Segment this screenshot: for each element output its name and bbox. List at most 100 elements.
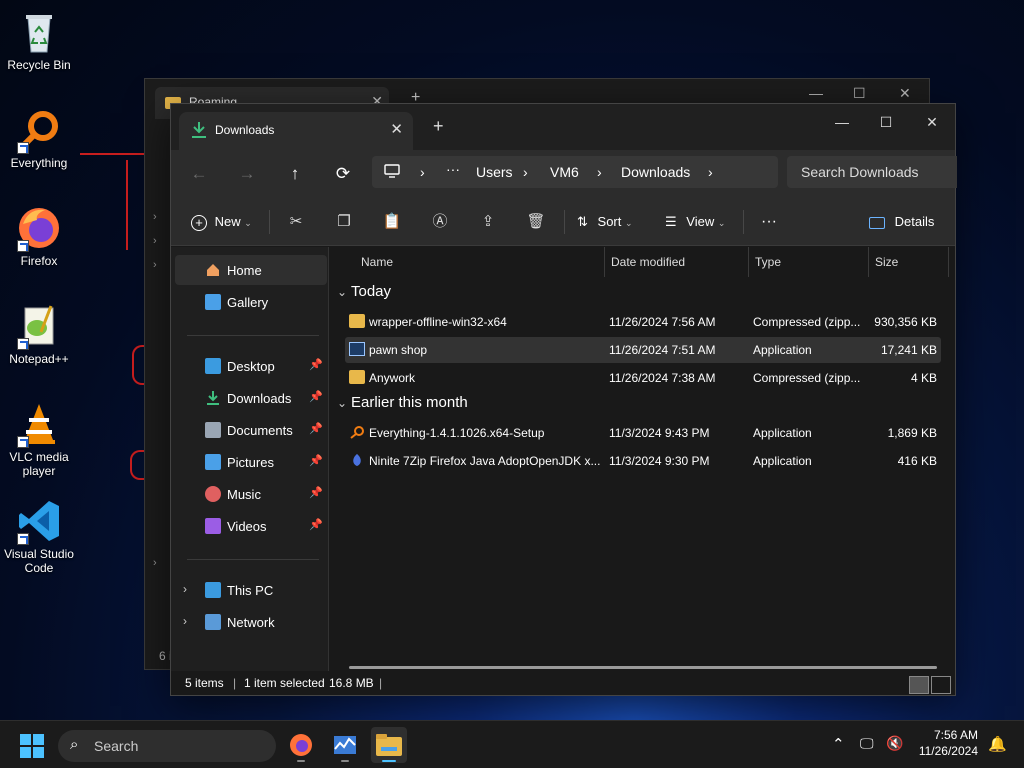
column-header-date[interactable]: Date modified	[605, 247, 749, 277]
minimize-button[interactable]: —	[809, 85, 823, 101]
file-name: Everything-1.4.1.1026.x64-Setup	[369, 426, 545, 440]
file-row[interactable]: Everything-1.4.1.1026.x64-Setup 11/3/202…	[345, 420, 941, 446]
chevron-right-icon[interactable]: ›	[183, 582, 187, 596]
file-row[interactable]: wrapper-offline-win32-x64 11/26/2024 7:5…	[345, 309, 941, 335]
share-icon[interactable]: ⇪	[476, 210, 500, 234]
sidebar-item-music[interactable]: Music 📌	[175, 479, 327, 509]
back-button[interactable]: ←	[185, 160, 213, 188]
sidebar-divider	[187, 335, 319, 336]
sidebar-item-videos[interactable]: Videos 📌	[175, 511, 327, 541]
firefox-icon	[290, 734, 312, 756]
file-row[interactable]: pawn shop 11/26/2024 7:51 AM Application…	[345, 337, 941, 363]
address-bar[interactable]: › ··· Users › VM6 › Downloads ›	[372, 156, 778, 188]
volume-muted-icon[interactable]: 🔇	[886, 735, 903, 752]
rename-icon[interactable]: Ⓐ	[428, 210, 452, 234]
breadcrumb-overflow[interactable]: ···	[446, 161, 460, 177]
copy-icon[interactable]: ❐	[332, 210, 356, 234]
details-pane-button[interactable]: Details	[869, 210, 934, 234]
pin-icon[interactable]: 📌	[309, 486, 323, 499]
desktop-icon-notepad-plus-plus[interactable]: Notepad++	[2, 302, 76, 366]
sidebar-item-network[interactable]: › Network	[175, 607, 327, 637]
documents-icon	[205, 422, 221, 438]
breadcrumb-downloads[interactable]: Downloads	[621, 164, 690, 180]
chevron-down-icon: ⌄	[337, 285, 348, 299]
sidebar-label: Documents	[227, 423, 293, 438]
sidebar-item-downloads[interactable]: Downloads 📌	[175, 383, 327, 413]
close-button[interactable]: ✕	[917, 109, 947, 135]
pin-icon[interactable]: 📌	[309, 390, 323, 403]
sidebar-item-this-pc[interactable]: › This PC	[175, 575, 327, 605]
file-type: Application	[753, 426, 812, 440]
desktop-icon-firefox[interactable]: Firefox	[2, 204, 76, 268]
group-header-earlier-this-month[interactable]: ⌄ Earlier this month	[337, 394, 468, 411]
pin-icon[interactable]: 📌	[309, 518, 323, 531]
sidebar-item-pictures[interactable]: Pictures 📌	[175, 447, 327, 477]
sort-button[interactable]: ⇅ Sort ⌄	[577, 210, 633, 234]
pin-icon[interactable]: 📌	[309, 454, 323, 467]
clock-time: 7:56 AM	[933, 728, 978, 742]
group-header-today[interactable]: ⌄ Today	[337, 283, 391, 300]
chevron-right-icon[interactable]: ›	[708, 164, 713, 180]
explorer-window[interactable]: Downloads ✕ + — ☐ ✕ ← → ↑ ⟳ › ··· Users …	[170, 103, 957, 696]
chevron-right-icon[interactable]: ›	[183, 614, 187, 628]
column-header-size[interactable]: Size	[869, 247, 949, 277]
home-icon	[205, 262, 221, 278]
pin-icon[interactable]: 📌	[309, 422, 323, 435]
everything-search-icon	[349, 425, 365, 439]
maximize-button[interactable]: ☐	[853, 85, 866, 102]
column-header-name[interactable]: Name	[355, 247, 605, 277]
file-date: 11/3/2024 9:30 PM	[609, 454, 710, 468]
desktop-icon-vlc[interactable]: VLC media player	[2, 400, 76, 478]
file-row[interactable]: Ninite 7Zip Firefox Java AdoptOpenJDK x.…	[345, 448, 941, 474]
taskbar-file-explorer[interactable]	[371, 727, 407, 763]
taskbar-firefox[interactable]	[283, 727, 319, 763]
minimize-button[interactable]: —	[827, 109, 857, 135]
file-row[interactable]: Anywork 11/26/2024 7:38 AM Compressed (z…	[345, 365, 941, 391]
horizontal-scrollbar[interactable]	[349, 666, 937, 669]
chevron-down-icon: ⌄	[717, 218, 726, 228]
sidebar-item-gallery[interactable]: Gallery	[175, 287, 327, 317]
sidebar-chevrons: › › › ›	[153, 211, 157, 569]
start-button[interactable]	[20, 734, 44, 761]
paste-icon[interactable]: 📋	[380, 210, 404, 234]
breadcrumb-users[interactable]: Users	[476, 164, 513, 180]
desktop-icon-vscode[interactable]: Visual Studio Code	[2, 497, 76, 575]
new-button[interactable]: + New ⌄	[191, 210, 252, 234]
pin-icon[interactable]: 📌	[309, 358, 323, 371]
chevron-up-icon[interactable]: ⌃	[832, 735, 845, 753]
cut-icon[interactable]: ✂	[284, 210, 308, 234]
tab-downloads[interactable]: Downloads ✕	[179, 112, 413, 150]
view-button[interactable]: ☰ View ⌄	[665, 210, 725, 234]
breadcrumb-vm6[interactable]: VM6	[550, 164, 579, 180]
close-button[interactable]: ✕	[899, 85, 911, 102]
network-icon	[205, 614, 221, 630]
search-input[interactable]: Search Downloads	[787, 156, 957, 188]
refresh-button[interactable]: ⟳	[329, 160, 357, 188]
notepad-plus-plus-icon	[15, 302, 63, 350]
desktop-icon-recycle-bin[interactable]: Recycle Bin	[2, 8, 76, 72]
up-button[interactable]: ↑	[281, 160, 309, 188]
details-view-toggle[interactable]	[909, 676, 929, 694]
sidebar-label: Pictures	[227, 455, 274, 470]
more-options-button[interactable]: ···	[761, 210, 777, 234]
forward-button[interactable]: →	[233, 160, 261, 188]
desktop-icon-everything[interactable]: Everything	[2, 106, 76, 170]
delete-icon[interactable]: 🗑	[524, 210, 548, 234]
monitor-icon[interactable]: 🖵	[860, 735, 874, 752]
close-tab-icon[interactable]: ✕	[390, 120, 403, 138]
sidebar-item-documents[interactable]: Documents 📌	[175, 415, 327, 445]
search-placeholder: Search Downloads	[801, 164, 919, 180]
new-tab-button[interactable]: +	[433, 116, 444, 137]
notification-bell-icon[interactable]: 🔔	[988, 735, 1007, 753]
taskbar-task-manager[interactable]	[327, 727, 363, 763]
chevron-down-icon: ⌄	[244, 218, 252, 228]
taskbar-search[interactable]: ⌕ Search	[58, 730, 276, 762]
tiles-view-toggle[interactable]	[931, 676, 951, 694]
taskbar-clock[interactable]: 7:56 AM 11/26/2024	[919, 727, 978, 759]
sidebar-item-home[interactable]: Home	[175, 255, 327, 285]
file-type: Application	[753, 454, 812, 468]
sidebar-item-desktop[interactable]: Desktop 📌	[175, 351, 327, 381]
sidebar-label: Home	[227, 263, 262, 278]
maximize-button[interactable]: ☐	[871, 109, 901, 135]
column-header-type[interactable]: Type	[749, 247, 869, 277]
